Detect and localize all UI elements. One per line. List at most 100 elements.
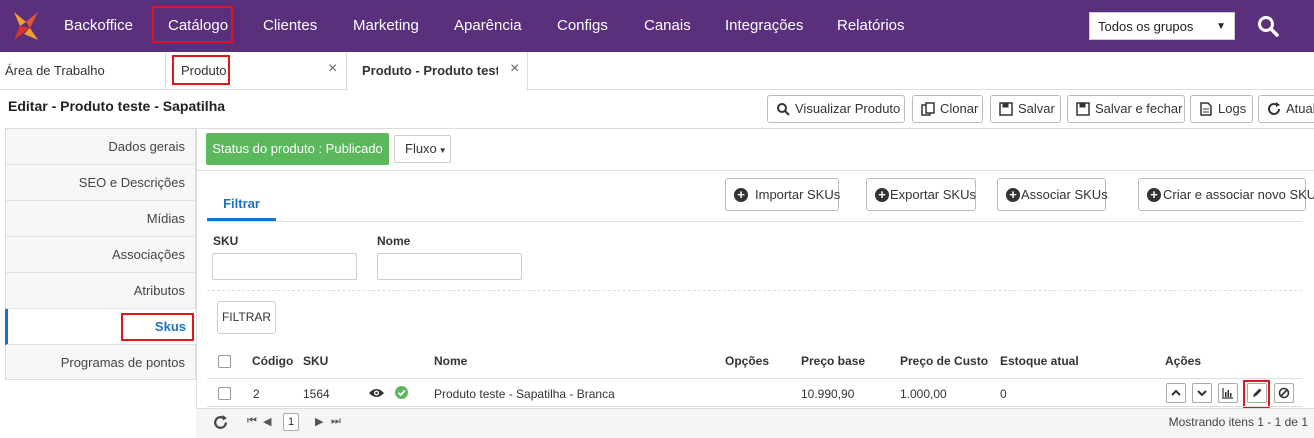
side-item-atributos[interactable]: Atributos	[6, 273, 195, 309]
logs-label: Logs	[1218, 101, 1247, 116]
tab-divider	[165, 52, 166, 90]
exportar-skus-label: Exportar SKUs	[890, 187, 976, 202]
save-icon	[1076, 102, 1090, 116]
col-header-preco-custo[interactable]: Preço de Custo	[900, 354, 988, 368]
divider	[207, 290, 1302, 291]
criar-associar-sku-button[interactable]: + Criar e associar novo SKU	[1138, 178, 1314, 211]
stats-button[interactable]	[1218, 383, 1238, 403]
cell-sku: 1564	[303, 387, 330, 401]
clonar-button[interactable]: Clonar	[912, 95, 983, 123]
save-icon	[999, 102, 1013, 116]
eye-icon[interactable]	[368, 387, 385, 399]
highlight-box-skus	[121, 313, 194, 341]
col-header-opcoes[interactable]: Opções	[725, 354, 769, 368]
ban-icon	[1278, 387, 1290, 399]
close-icon[interactable]: ×	[510, 52, 519, 86]
first-page-icon[interactable]: ⏮	[247, 415, 257, 428]
nav-marketing[interactable]: Marketing	[353, 0, 419, 52]
divider	[207, 221, 1302, 222]
highlight-box-produto	[172, 55, 230, 85]
product-side-menu: Dados gerais SEO e Descrições Mídias Ass…	[5, 128, 196, 380]
tab-filtrar[interactable]: Filtrar	[207, 193, 276, 221]
last-page-icon[interactable]: ⏭	[331, 415, 341, 428]
refresh-icon[interactable]	[213, 415, 228, 430]
page-number[interactable]: 1	[283, 413, 299, 431]
nav-integracoes[interactable]: Integrações	[725, 0, 803, 52]
next-page-icon[interactable]: ▶	[315, 415, 323, 428]
refresh-icon	[1268, 102, 1280, 115]
row-checkbox[interactable]	[218, 387, 231, 400]
col-header-sku[interactable]: SKU	[303, 354, 328, 368]
sku-filter-input[interactable]	[212, 253, 357, 280]
bar-chart-icon	[1222, 388, 1233, 399]
logs-button[interactable]: Logs	[1190, 95, 1253, 123]
page-title: Editar - Produto teste - Sapatilha	[8, 98, 226, 114]
salvar-label: Salvar	[1018, 101, 1055, 116]
nav-configs[interactable]: Configs	[557, 0, 608, 52]
chevron-up-icon	[1171, 389, 1181, 396]
caret-down-icon: ▼	[1216, 21, 1226, 32]
group-select[interactable]: Todos os grupos ▼	[1089, 12, 1235, 40]
fluxo-dropdown[interactable]: Fluxo ▼	[394, 135, 451, 163]
copy-icon	[921, 102, 935, 116]
side-item-dados-gerais[interactable]: Dados gerais	[6, 129, 195, 165]
check-circle-icon	[395, 386, 408, 399]
nome-filter-input[interactable]	[377, 253, 522, 280]
clonar-label: Clonar	[940, 101, 979, 116]
nav-canais[interactable]: Canais	[644, 0, 691, 52]
nav-aparencia[interactable]: Aparência	[454, 0, 522, 52]
move-down-button[interactable]	[1192, 383, 1212, 403]
filtrar-button[interactable]: FILTRAR	[217, 301, 276, 334]
side-item-seo[interactable]: SEO e Descrições	[6, 165, 195, 201]
nav-clientes[interactable]: Clientes	[263, 0, 317, 52]
salvar-button[interactable]: Salvar	[990, 95, 1061, 123]
associar-skus-button[interactable]: + Associar SKUs	[997, 178, 1108, 211]
caret-down-icon: ▼	[438, 146, 447, 155]
col-header-acoes: Ações	[1165, 354, 1202, 368]
col-header-estoque[interactable]: Estoque atual	[1000, 354, 1079, 368]
side-item-associacoes[interactable]: Associações	[6, 237, 195, 273]
group-select-value: Todos os grupos	[1098, 19, 1194, 34]
prev-page-icon[interactable]: ◀	[263, 415, 271, 428]
cell-estoque: 0	[1000, 387, 1007, 401]
divider	[196, 170, 1314, 171]
search-icon	[777, 103, 790, 116]
nav-relatorios[interactable]: Relatórios	[837, 0, 905, 52]
select-all-checkbox[interactable]	[218, 355, 231, 368]
chevron-down-icon	[1197, 390, 1207, 397]
grid-pager	[196, 408, 1314, 438]
tab-area-de-trabalho[interactable]: Área de Trabalho	[5, 52, 105, 90]
col-header-nome[interactable]: Nome	[434, 354, 467, 368]
fluxo-label: Fluxo	[405, 141, 437, 156]
exportar-skus-button[interactable]: + Exportar SKUs	[866, 178, 976, 211]
plus-circle-icon: +	[875, 188, 889, 202]
importar-skus-button[interactable]: + Importar SKUs	[725, 178, 840, 211]
highlight-box-edit	[1243, 380, 1270, 408]
side-item-programas-de-pontos[interactable]: Programas de pontos	[6, 345, 195, 381]
tab-produto-teste-label: Produto - Produto teste	[362, 63, 498, 78]
divider	[207, 378, 1302, 379]
visualizar-produto-label: Visualizar Produto	[795, 101, 901, 116]
cell-preco-custo: 1.000,00	[900, 387, 947, 401]
atualizar-button[interactable]: Atual	[1258, 95, 1314, 123]
move-up-button[interactable]	[1166, 383, 1186, 403]
col-header-codigo[interactable]: Código	[252, 354, 293, 368]
main-panel	[196, 128, 1314, 438]
search-icon[interactable]	[1256, 14, 1280, 38]
nav-backoffice[interactable]: Backoffice	[64, 0, 133, 52]
visualizar-produto-button[interactable]: Visualizar Produto	[767, 95, 905, 123]
disable-button[interactable]	[1274, 383, 1294, 403]
associar-skus-label: Associar SKUs	[1021, 187, 1108, 202]
divider	[207, 406, 1302, 407]
highlight-box-catalogo	[152, 6, 233, 43]
cell-nome: Produto teste - Sapatilha - Branca	[434, 387, 615, 401]
close-icon[interactable]: ×	[328, 52, 337, 86]
col-header-preco-base[interactable]: Preço base	[801, 354, 865, 368]
cell-codigo: 2	[253, 387, 260, 401]
logo-icon[interactable]	[10, 10, 40, 42]
salvar-e-fechar-button[interactable]: Salvar e fechar	[1067, 95, 1185, 123]
tab-produto-teste[interactable]: Produto - Produto teste ×	[346, 52, 528, 91]
atualizar-label: Atual	[1286, 101, 1314, 116]
document-icon	[1200, 102, 1212, 116]
side-item-midias[interactable]: Mídias	[6, 201, 195, 237]
